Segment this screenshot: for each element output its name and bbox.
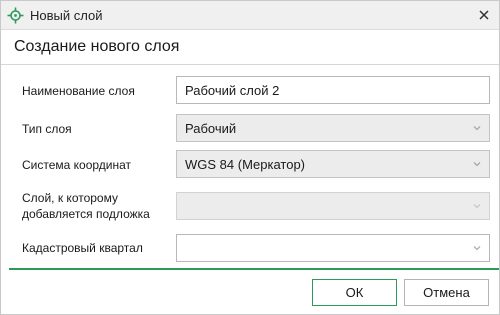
chevron-down-icon bbox=[473, 246, 481, 251]
layer-name-input[interactable] bbox=[177, 77, 489, 103]
cancel-button[interactable]: Отмена bbox=[404, 279, 489, 306]
layer-target-icon bbox=[7, 7, 24, 24]
base-layer-label-line1: Слой, к которому bbox=[22, 191, 118, 205]
coord-system-select[interactable]: WGS 84 (Меркатор) bbox=[176, 150, 490, 178]
cadastral-label: Кадастровый квартал bbox=[22, 241, 143, 255]
coord-system-value: WGS 84 (Меркатор) bbox=[185, 157, 306, 172]
title-bar: Новый слой bbox=[1, 1, 499, 30]
layer-type-label: Тип слоя bbox=[22, 122, 72, 136]
coord-system-label: Система координат bbox=[22, 158, 132, 172]
window-title: Новый слой bbox=[30, 8, 103, 23]
new-layer-dialog: Новый слой Создание нового слоя Наименов… bbox=[0, 0, 500, 315]
dialog-heading: Создание нового слоя bbox=[14, 38, 180, 55]
close-button[interactable] bbox=[469, 1, 499, 29]
close-icon bbox=[479, 10, 489, 20]
ok-button[interactable]: ОК bbox=[312, 279, 397, 306]
cadastral-select[interactable] bbox=[176, 234, 490, 262]
dialog-header: Создание нового слоя bbox=[1, 30, 499, 65]
layer-name-label: Наименование слоя bbox=[22, 84, 135, 98]
layer-name-field[interactable] bbox=[176, 76, 490, 104]
chevron-down-icon bbox=[473, 126, 481, 131]
chevron-down-icon bbox=[473, 162, 481, 167]
footer-divider bbox=[9, 268, 499, 270]
base-layer-label-line2: добавляется подложка bbox=[22, 207, 150, 221]
base-layer-select bbox=[176, 192, 490, 220]
chevron-down-icon bbox=[473, 204, 481, 209]
layer-type-value: Рабочий bbox=[185, 121, 237, 136]
layer-type-select[interactable]: Рабочий bbox=[176, 114, 490, 142]
